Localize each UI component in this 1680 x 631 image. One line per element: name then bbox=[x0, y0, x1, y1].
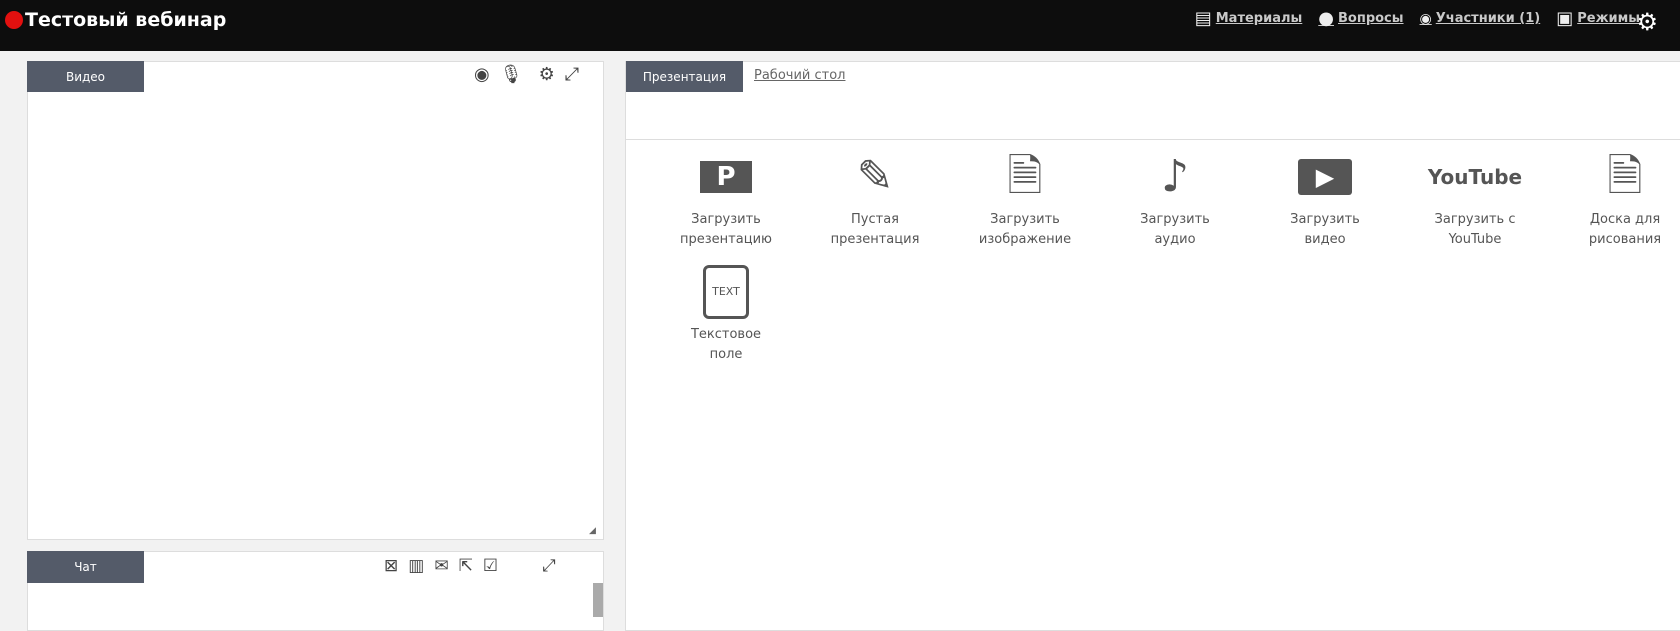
top-nav: ▤ Материалы ● Вопросы ◉ Участники (1) ▣ Режи… bbox=[1195, 8, 1640, 29]
pencil-icon: ✎ bbox=[856, 151, 894, 202]
upload-youtube-button[interactable]: YouTube Загрузить с YouTube bbox=[1405, 146, 1545, 250]
nav-participants[interactable]: ◉ Участники (1) bbox=[1420, 11, 1541, 27]
image-file-icon: 🗎 bbox=[1007, 151, 1043, 202]
gear-icon[interactable]: ⚙ bbox=[539, 64, 555, 85]
layout-icon: ▣ bbox=[1556, 8, 1574, 29]
question-bubble-icon: ● bbox=[1318, 8, 1334, 29]
check-icon[interactable]: ☑ bbox=[483, 556, 498, 576]
upload-video-button[interactable]: ▶ Загрузить видео bbox=[1255, 146, 1395, 250]
nav-modes[interactable]: ▣ Режимы bbox=[1556, 8, 1640, 29]
text-field-button[interactable]: TEXT Текстовое поле bbox=[656, 261, 796, 365]
music-note-icon: ♪ bbox=[1160, 151, 1190, 202]
tab-chat[interactable]: Чат bbox=[27, 551, 144, 583]
top-bar: Тестовый вебинар ▤ Материалы ● Вопросы ◉ Уч… bbox=[0, 0, 1680, 51]
chat-tools: ⊠ ▥ ✉ ⇱ ☑ ⤢ bbox=[384, 556, 556, 576]
nav-questions[interactable]: ● Вопросы bbox=[1318, 8, 1403, 29]
chat-scrollbar[interactable] bbox=[593, 583, 603, 617]
text-file-icon: TEXT bbox=[656, 261, 796, 323]
tab-presentation[interactable]: Презентация bbox=[626, 61, 743, 92]
expand-icon[interactable]: ⤢ bbox=[565, 64, 579, 85]
microphone-icon[interactable]: 🎙 bbox=[500, 64, 523, 85]
expand-icon[interactable]: ⤢ bbox=[542, 556, 556, 576]
recording-indicator-icon bbox=[5, 11, 23, 29]
resize-handle[interactable]: ◢ bbox=[589, 526, 596, 536]
video-play-icon: ▶ bbox=[1255, 146, 1395, 208]
upload-image-button[interactable]: 🗎 Загрузить изображение bbox=[955, 146, 1095, 250]
webcam-icon[interactable]: ◉ bbox=[474, 64, 490, 85]
eye-icon: ◉ bbox=[1419, 10, 1432, 27]
mail-icon[interactable]: ✉ bbox=[434, 556, 448, 576]
blank-presentation-button[interactable]: ✎ Пустая презентация bbox=[805, 146, 945, 250]
webinar-title: Тестовый вебинар bbox=[25, 9, 227, 31]
excel-icon[interactable]: ▥ bbox=[408, 556, 424, 576]
nav-materials[interactable]: ▤ Материалы bbox=[1195, 8, 1303, 29]
divider bbox=[626, 139, 1680, 140]
clear-icon[interactable]: ⊠ bbox=[384, 556, 398, 576]
export-icon[interactable]: ⇱ bbox=[459, 556, 473, 576]
image-file-icon: 🗎 bbox=[1607, 151, 1643, 202]
powerpoint-icon: P bbox=[656, 146, 796, 208]
video-panel bbox=[27, 61, 604, 540]
clipboard-icon: ▤ bbox=[1194, 8, 1212, 29]
upload-presentation-button[interactable]: P Загрузить презентацию bbox=[656, 146, 796, 250]
gear-icon[interactable]: ⚙ bbox=[1636, 8, 1658, 36]
tab-desktop[interactable]: Рабочий стол bbox=[754, 68, 845, 83]
youtube-icon: YouTube bbox=[1427, 165, 1523, 189]
drawing-board-button[interactable]: 🗎 Доска для рисования bbox=[1555, 146, 1680, 250]
video-tools: ◉ 🎙 ⚙ ⤢ bbox=[474, 64, 579, 85]
tab-video[interactable]: Видео bbox=[27, 61, 144, 92]
upload-audio-button[interactable]: ♪ Загрузить аудио bbox=[1105, 146, 1245, 250]
